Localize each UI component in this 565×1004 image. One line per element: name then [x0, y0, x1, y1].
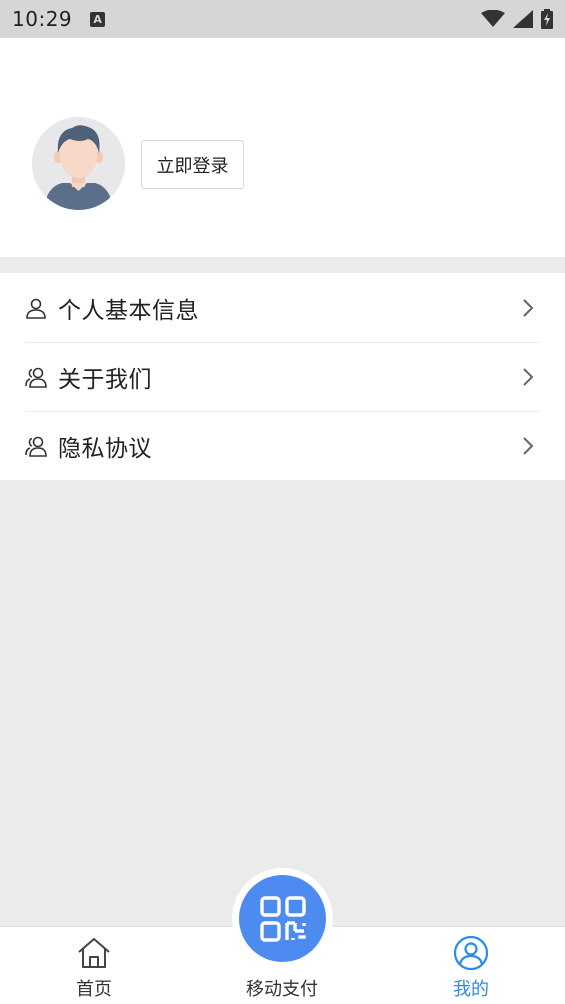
nav-tab-home[interactable]: 首页: [34, 927, 154, 1004]
chevron-right-icon: [523, 298, 534, 317]
menu-item-label: 个人基本信息: [58, 297, 199, 324]
mobile-pay-button[interactable]: [239, 875, 326, 962]
people-icon: [25, 365, 49, 389]
menu-item-label: 关于我们: [58, 367, 152, 393]
menu-list: 个人基本信息 关于我们 隐私协议: [0, 273, 565, 480]
qr-code-icon: [259, 895, 306, 942]
default-user-avatar-icon: [32, 117, 125, 210]
menu-item-personal-info[interactable]: 个人基本信息: [25, 273, 540, 342]
person-icon: [25, 296, 49, 320]
nav-pay-label[interactable]: 移动支付: [222, 975, 342, 1001]
notification-a-icon: A: [90, 11, 106, 27]
avatar: [32, 117, 125, 210]
status-bar: 10:29 A: [0, 0, 565, 38]
chevron-right-icon: [523, 368, 534, 386]
menu-item-label: 隐私协议: [58, 436, 152, 462]
menu-item-privacy-policy[interactable]: 隐私协议: [25, 411, 540, 480]
login-button[interactable]: 立即登录: [141, 140, 244, 189]
signal-icon: [513, 10, 533, 28]
home-icon: [76, 935, 112, 971]
user-circle-icon: [453, 935, 489, 971]
nav-mine-label: 我的: [453, 979, 489, 1000]
menu-item-about-us[interactable]: 关于我们: [25, 342, 540, 411]
status-time: 10:29: [12, 7, 73, 31]
nav-tab-mine[interactable]: 我的: [411, 927, 531, 1004]
profile-header: 立即登录: [0, 38, 565, 257]
wifi-icon: [481, 10, 505, 27]
people-icon: [25, 434, 49, 458]
nav-home-label: 首页: [76, 979, 112, 1000]
chevron-right-icon: [523, 437, 534, 455]
battery-charging-icon: [541, 9, 553, 29]
status-icons: [481, 9, 553, 29]
